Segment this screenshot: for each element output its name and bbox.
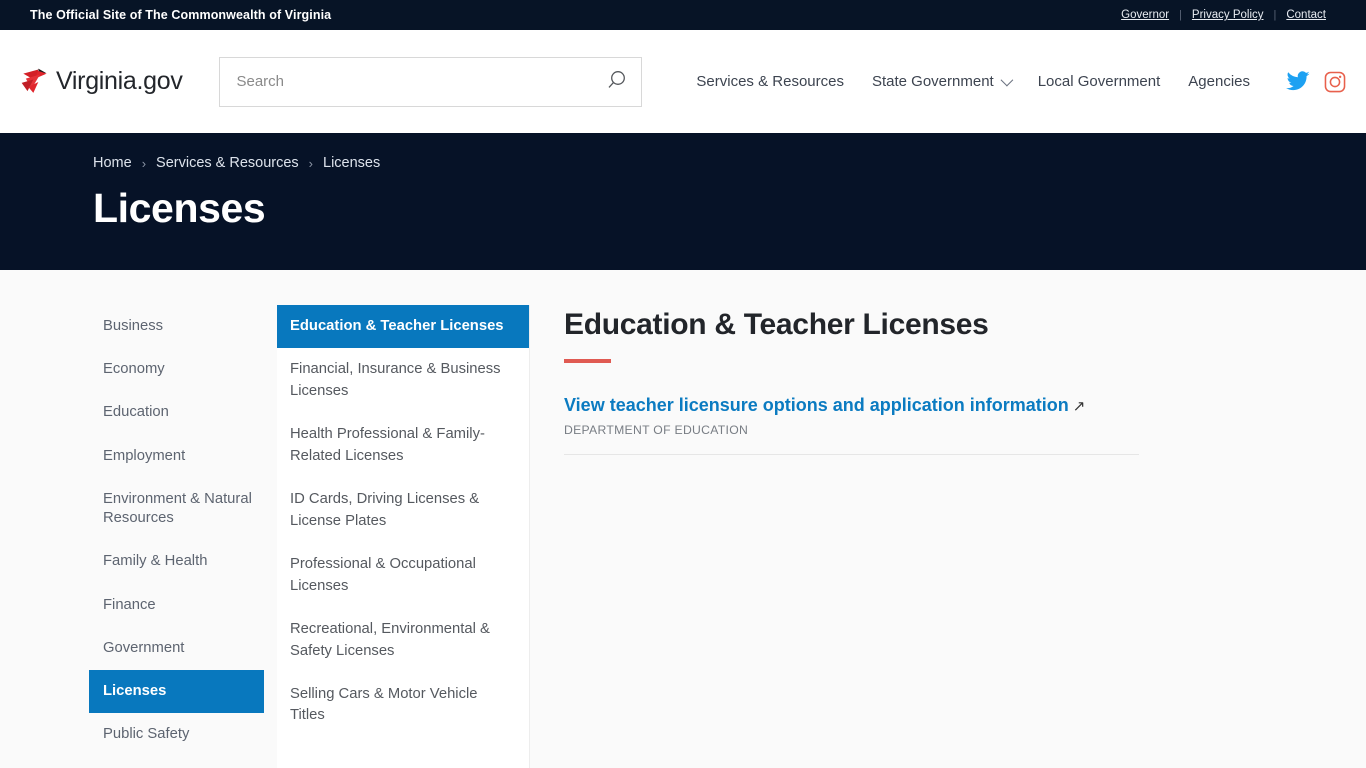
category-sidebar: Business Economy Education Employment En… bbox=[89, 305, 264, 768]
site-logo-text: Virginia.gov bbox=[56, 67, 183, 95]
sidebar-item-public-safety[interactable]: Public Safety bbox=[89, 713, 264, 756]
utility-link-privacy-policy[interactable]: Privacy Policy bbox=[1182, 9, 1274, 21]
submenu-item-label: Professional & Occupational Licenses bbox=[290, 556, 476, 594]
submenu-item-label: Financial, Insurance & Business Licenses bbox=[290, 361, 501, 399]
sidebar-item-label: Business bbox=[103, 318, 164, 334]
page-body: Business Economy Education Employment En… bbox=[0, 270, 1366, 768]
nav-item-services-resources[interactable]: Services & Resources bbox=[682, 73, 858, 90]
utility-link-governor[interactable]: Governor bbox=[1111, 9, 1179, 21]
result-link-teacher-licensure[interactable]: View teacher licensure options and appli… bbox=[564, 395, 1069, 415]
site-header: Virginia.gov Services & Resources State … bbox=[0, 30, 1366, 133]
sidebar-item-label: Education bbox=[103, 404, 169, 421]
breadcrumb-item-licenses: Licenses bbox=[323, 155, 381, 171]
social-links bbox=[1286, 71, 1346, 93]
submenu-item-label: Health Professional & Family-Related Lic… bbox=[290, 426, 485, 464]
cardinal-bird-icon bbox=[18, 67, 52, 97]
utility-bar: The Official Site of The Commonwealth of… bbox=[0, 0, 1366, 30]
sidebar-item-business[interactable]: Business bbox=[89, 305, 264, 348]
sidebar-item-licenses[interactable]: Licenses bbox=[89, 670, 264, 714]
sidebar-item-label: Public Safety bbox=[103, 726, 190, 743]
breadcrumb-item-home[interactable]: Home bbox=[93, 155, 132, 171]
nav-label: Agencies bbox=[1188, 73, 1250, 90]
submenu-item-label: Recreational, Environmental & Safety Lic… bbox=[290, 621, 490, 659]
sidebar-item-label: Government bbox=[103, 639, 185, 656]
submenu-item-recreational-environmental-safety-licenses[interactable]: Recreational, Environmental & Safety Lic… bbox=[277, 608, 529, 673]
submenu-item-id-cards-driving-licenses-license-plates[interactable]: ID Cards, Driving Licenses & License Pla… bbox=[277, 478, 529, 543]
submenu-item-financial-insurance-business-licenses[interactable]: Financial, Insurance & Business Licenses bbox=[277, 348, 529, 413]
content-heading: Education & Teacher Licenses bbox=[564, 308, 989, 341]
nav-label: Services & Resources bbox=[696, 73, 844, 90]
utility-links: Governor | Privacy Policy | Contact bbox=[1111, 9, 1336, 21]
sidebar-item-label: Licenses bbox=[103, 683, 167, 700]
main-content: Education & Teacher Licenses View teache… bbox=[564, 305, 1154, 768]
sidebar-item-finance[interactable]: Finance bbox=[89, 584, 264, 627]
submenu-item-label: Selling Cars & Motor Vehicle Titles bbox=[290, 685, 478, 724]
twitter-icon[interactable] bbox=[1286, 71, 1310, 92]
sidebar-item-family-health[interactable]: Family & Health bbox=[89, 540, 264, 583]
submenu-item-professional-occupational-licenses[interactable]: Professional & Occupational Licenses bbox=[277, 543, 529, 608]
page-hero: Home › Services & Resources › Licenses L… bbox=[0, 133, 1366, 270]
external-link-icon: ↗ bbox=[1072, 398, 1086, 415]
sidebar-item-label: Environment & Natural Resources bbox=[103, 490, 252, 527]
search-input[interactable] bbox=[219, 56, 643, 107]
nav-label: Local Government bbox=[1037, 73, 1161, 90]
sidebar-item-label: Economy bbox=[103, 361, 165, 378]
search-icon bbox=[606, 69, 628, 94]
sidebar-item-label: Employment bbox=[103, 447, 186, 464]
breadcrumb-separator-icon: › bbox=[308, 155, 314, 171]
nav-label: State Government bbox=[871, 73, 994, 90]
breadcrumb: Home › Services & Resources › Licenses bbox=[93, 155, 1366, 171]
sidebar-item-economy[interactable]: Economy bbox=[89, 348, 264, 391]
main-navigation: Services & Resources State Government Lo… bbox=[682, 73, 1264, 90]
sidebar-item-education[interactable]: Education bbox=[89, 391, 264, 434]
nav-item-agencies[interactable]: Agencies bbox=[1174, 73, 1264, 90]
title-underline-rule bbox=[564, 359, 611, 363]
search-box bbox=[219, 56, 643, 107]
nav-item-state-government[interactable]: State Government bbox=[858, 73, 1024, 90]
instagram-icon[interactable] bbox=[1324, 71, 1346, 93]
sidebar-item-label: Family & Health bbox=[103, 553, 208, 570]
result-item: View teacher licensure options and appli… bbox=[564, 395, 1139, 455]
submenu-item-education-teacher-licenses[interactable]: Education & Teacher Licenses bbox=[277, 305, 529, 349]
search-button[interactable] bbox=[602, 67, 632, 97]
utility-link-contact[interactable]: Contact bbox=[1276, 9, 1336, 21]
submenu-item-health-professional-family-related-licenses[interactable]: Health Professional & Family-Related Lic… bbox=[277, 413, 529, 478]
sidebar-item-employment[interactable]: Employment bbox=[89, 435, 264, 478]
chevron-down-icon bbox=[1000, 73, 1013, 87]
subcategory-menu: Education & Teacher Licenses Financial, … bbox=[277, 305, 530, 768]
breadcrumb-separator-icon: › bbox=[141, 155, 147, 171]
submenu-item-label: ID Cards, Driving Licenses & License Pla… bbox=[290, 491, 480, 529]
nav-item-local-government[interactable]: Local Government bbox=[1024, 73, 1175, 90]
sidebar-item-government[interactable]: Government bbox=[89, 627, 264, 670]
page-title: Licenses bbox=[93, 185, 266, 231]
submenu-item-label: Education & Teacher Licenses bbox=[290, 318, 504, 334]
sidebar-item-environment-natural-resources[interactable]: Environment & Natural Resources bbox=[89, 478, 264, 540]
breadcrumb-item-services-resources[interactable]: Services & Resources bbox=[156, 155, 299, 171]
submenu-item-selling-cars-motor-vehicle-titles[interactable]: Selling Cars & Motor Vehicle Titles bbox=[277, 673, 529, 738]
official-site-tagline: The Official Site of The Commonwealth of… bbox=[30, 8, 332, 22]
sidebar-item-label: Finance bbox=[103, 596, 156, 613]
site-logo[interactable]: Virginia.gov bbox=[18, 67, 217, 97]
result-agency-label: DEPARTMENT OF EDUCATION bbox=[564, 423, 749, 437]
